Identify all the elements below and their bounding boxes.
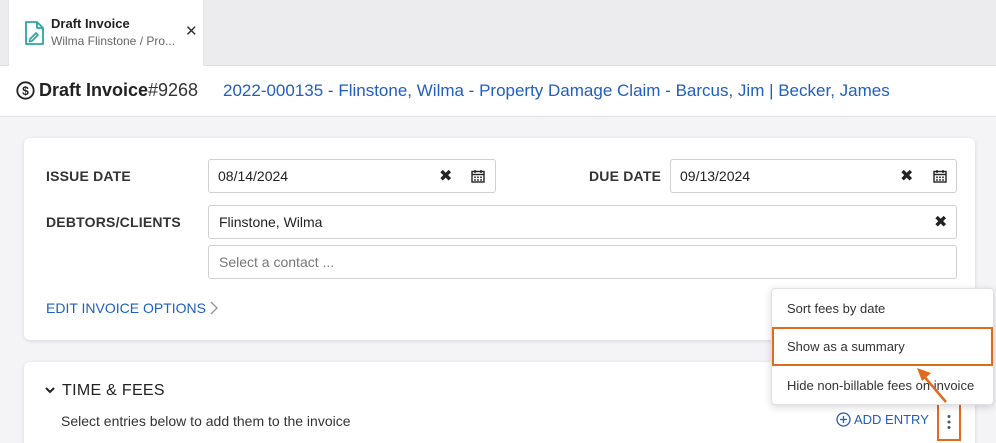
section-title: TIME & FEES: [62, 382, 165, 399]
tab-bar: Draft Invoice Wilma Flinstone / Pro... ✕: [0, 0, 996, 66]
section-subtitle: Select entries below to add them to the …: [61, 413, 351, 429]
kebab-menu-icon: [947, 415, 951, 429]
dollar-circle-icon: $: [16, 81, 35, 100]
invoice-number: #9268: [148, 80, 199, 100]
page-title: Draft Invoice: [39, 80, 149, 100]
add-entry-label: ADD ENTRY: [854, 412, 929, 427]
clear-issue-date-icon[interactable]: ✖: [439, 166, 452, 186]
invoice-document-icon: [25, 21, 44, 45]
edit-invoice-options-link[interactable]: EDIT INVOICE OPTIONS: [46, 300, 206, 316]
contact-placeholder: Select a contact ...: [219, 254, 335, 270]
tab-subtitle: Wilma Flinstone / Pro...: [51, 34, 176, 48]
issue-date-field[interactable]: 08/14/2024 ✖: [208, 159, 496, 193]
debtor-field[interactable]: Flinstone, Wilma ✖: [208, 205, 957, 239]
remove-debtor-icon[interactable]: ✖: [934, 212, 947, 232]
due-date-field[interactable]: 09/13/2024 ✖: [670, 159, 957, 193]
menu-item-show-summary[interactable]: Show as a summary: [772, 327, 993, 366]
matter-link[interactable]: 2022-000135 - Flinstone, Wilma - Propert…: [223, 81, 890, 101]
issue-date-value: 08/14/2024: [218, 168, 289, 184]
debtor-value: Flinstone, Wilma: [219, 214, 323, 230]
debtors-label: DEBTORS/CLIENTS: [46, 214, 181, 230]
due-date-label: DUE DATE: [589, 168, 662, 184]
tab-draft-invoice[interactable]: Draft Invoice Wilma Flinstone / Pro... ✕: [8, 0, 204, 66]
issue-date-label: ISSUE DATE: [46, 168, 131, 184]
chevron-right-icon: [210, 301, 218, 315]
plus-circle-icon: [836, 412, 851, 427]
options-menu: Sort fees by date Show as a summary Hide…: [771, 288, 994, 405]
calendar-icon[interactable]: [933, 169, 947, 183]
svg-text:$: $: [22, 84, 29, 98]
close-tab-icon[interactable]: ✕: [185, 22, 198, 40]
calendar-icon[interactable]: [471, 169, 485, 183]
invoice-header: $ Draft Invoice #9268 2022-000135 - Flin…: [0, 66, 996, 117]
tab-title: Draft Invoice: [51, 16, 130, 31]
due-date-value: 09/13/2024: [680, 168, 751, 184]
add-entry-button[interactable]: ADD ENTRY: [836, 412, 929, 427]
contact-select[interactable]: Select a contact ...: [208, 245, 957, 279]
chevron-down-icon[interactable]: [44, 384, 56, 396]
more-options-button[interactable]: [937, 403, 961, 441]
menu-item-hide-nonbillable[interactable]: Hide non-billable fees on invoice: [772, 366, 993, 405]
clear-due-date-icon[interactable]: ✖: [900, 166, 913, 186]
menu-item-sort-fees[interactable]: Sort fees by date: [772, 289, 993, 328]
